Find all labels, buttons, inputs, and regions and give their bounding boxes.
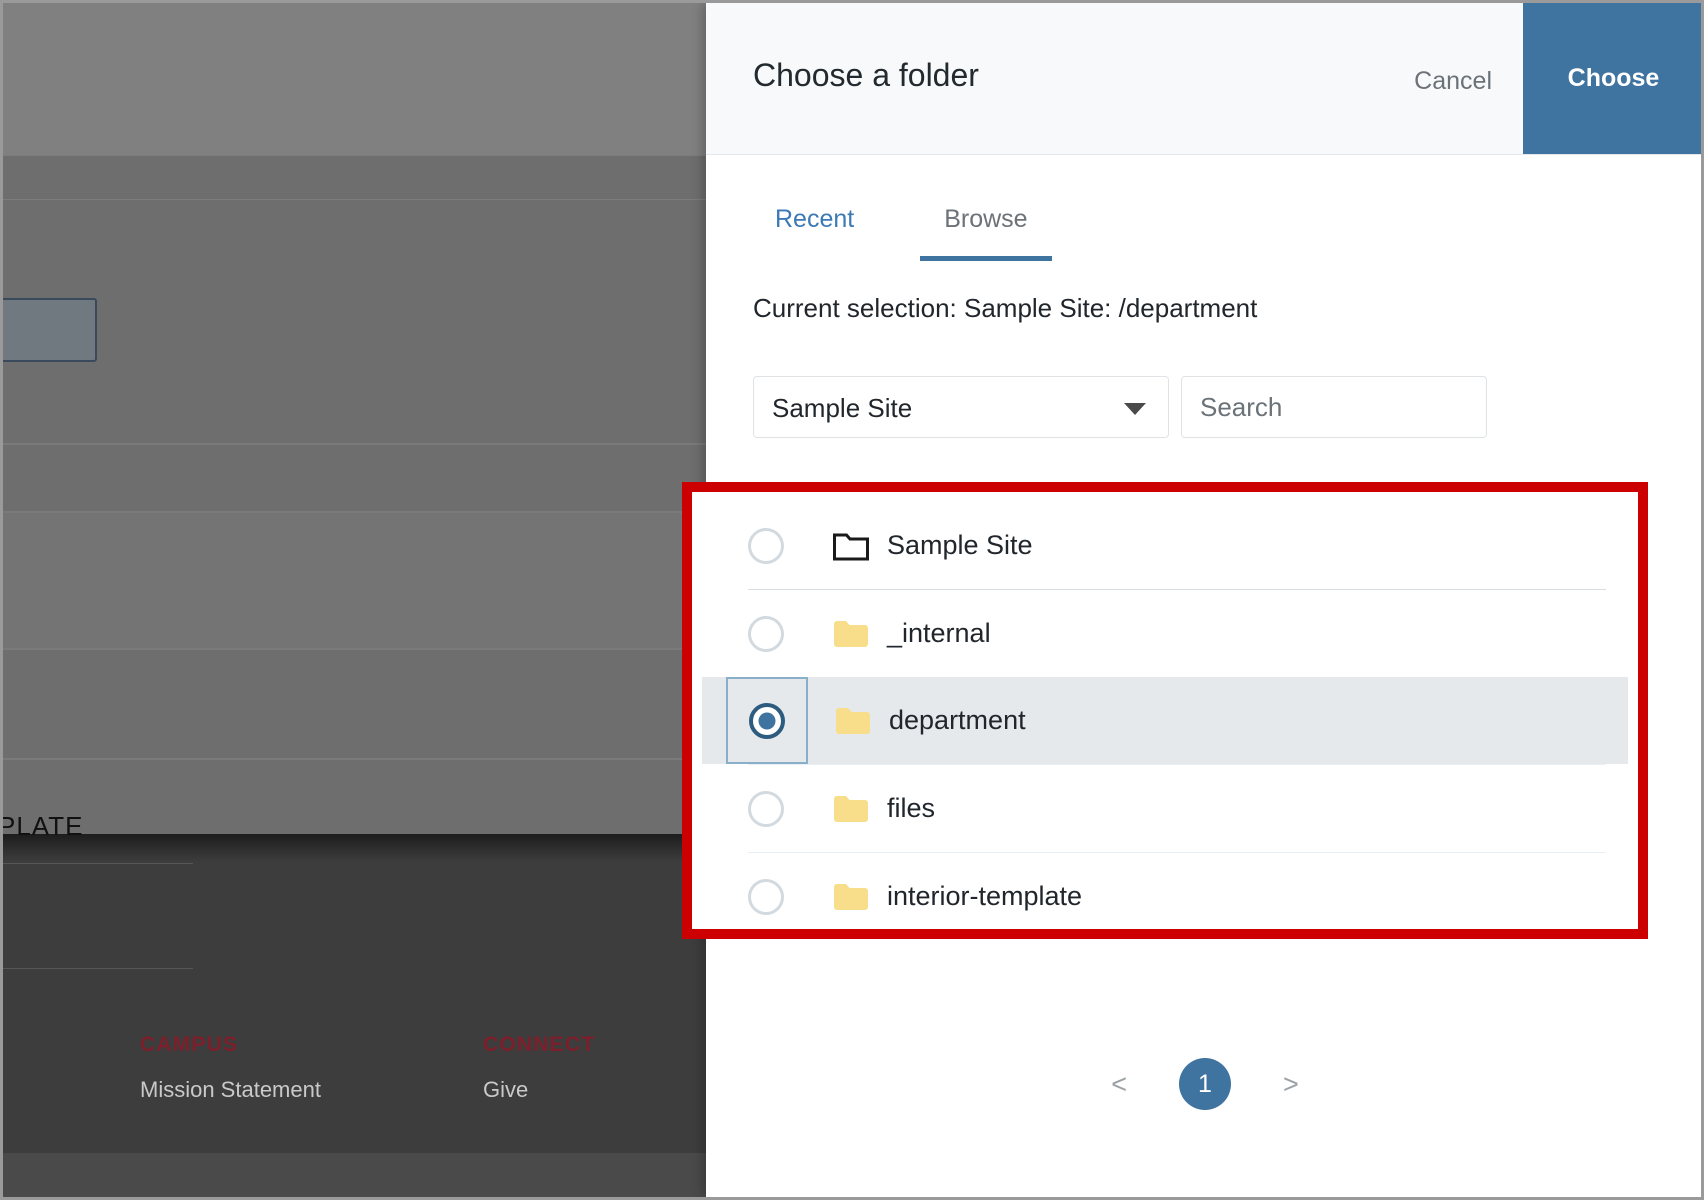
background-page: PLATE CAMPUS Mission Statement CONNECT G… [3, 3, 706, 1197]
dialog-title: Choose a folder [753, 57, 979, 93]
chevron-down-icon [1124, 403, 1146, 415]
footer-column-heading-connect: CONNECT [483, 1033, 596, 1056]
folder-radio-wrapper[interactable] [726, 765, 806, 852]
folder-label-files: files [887, 793, 936, 823]
background-template-label: PLATE [3, 811, 84, 841]
tab-recent[interactable]: Recent [753, 205, 876, 261]
folder-label-department: department [889, 705, 1026, 735]
background-footer-bottom [3, 1153, 706, 1197]
background-divider [3, 155, 706, 156]
folder-label-interior-template: interior-template [887, 881, 1083, 911]
folder-row-sample-site[interactable]: Sample Site [702, 502, 1628, 589]
folder-label-sample-site: Sample Site [887, 530, 1033, 560]
current-selection-label: Current selection: Sample Site: /departm… [753, 293, 1258, 323]
background-footer [3, 834, 706, 1197]
folder-radio-wrapper-focused[interactable] [726, 677, 808, 764]
background-footer-rule [3, 863, 193, 864]
dialog-tabs: Recent Browse [753, 205, 1052, 261]
site-select-value: Sample Site [772, 393, 913, 423]
radio-button-sample-site[interactable] [748, 527, 784, 564]
folder-icon [836, 707, 870, 734]
background-footer-rule [3, 968, 193, 969]
pagination: < 1 > [706, 1058, 1701, 1110]
folder-label-internal: _internal [887, 618, 991, 648]
folder-row-department[interactable]: department [702, 677, 1628, 764]
pagination-prev-button[interactable]: < [1099, 1065, 1139, 1104]
folder-icon [834, 883, 868, 910]
folder-radio-wrapper[interactable] [726, 590, 806, 677]
search-input[interactable] [1181, 376, 1487, 438]
radio-button-interior-template[interactable] [748, 878, 784, 915]
folder-list: Sample Site _internal department files i… [702, 502, 1628, 919]
background-divider [3, 648, 706, 650]
choose-folder-dialog: Choose a folder Cancel Choose Recent Bro… [682, 3, 1701, 1197]
radio-button-department[interactable] [749, 702, 785, 739]
site-select[interactable]: Sample Site [753, 376, 1169, 438]
choose-button[interactable]: Choose [1523, 3, 1701, 154]
background-footer-shadow [3, 834, 706, 862]
background-topbar [3, 3, 706, 155]
folder-icon [834, 795, 868, 822]
folder-row-interior-template[interactable]: interior-template [702, 853, 1628, 919]
cancel-button[interactable]: Cancel [1406, 63, 1500, 100]
folder-radio-wrapper[interactable] [726, 502, 806, 589]
dialog-header: Choose a folder Cancel Choose [706, 3, 1701, 155]
background-divider [3, 443, 706, 445]
radio-button-internal[interactable] [748, 615, 784, 652]
background-body [3, 155, 706, 834]
background-divider [3, 199, 706, 200]
footer-link-give[interactable]: Give [483, 1077, 528, 1103]
folder-outline-icon [833, 533, 869, 560]
tab-browse[interactable]: Browse [920, 205, 1052, 261]
screenshot-frame: PLATE CAMPUS Mission Statement CONNECT G… [0, 0, 1704, 1200]
background-section [3, 513, 706, 648]
folder-icon [834, 620, 868, 647]
footer-column-heading-campus: CAMPUS [140, 1033, 239, 1056]
background-input-box [3, 298, 97, 362]
folder-row-internal[interactable]: _internal [702, 590, 1628, 677]
filter-row: Sample Site [753, 376, 1487, 438]
radio-button-files[interactable] [748, 790, 784, 827]
pagination-next-button[interactable]: > [1271, 1065, 1311, 1104]
folder-radio-wrapper[interactable] [726, 853, 806, 919]
background-divider [3, 758, 706, 760]
pagination-page-1-button[interactable]: 1 [1179, 1058, 1231, 1110]
folder-row-files[interactable]: files [702, 765, 1628, 852]
folder-list-highlight-annotation: Sample Site _internal department files i… [682, 482, 1648, 939]
footer-link-mission-statement[interactable]: Mission Statement [140, 1077, 321, 1103]
